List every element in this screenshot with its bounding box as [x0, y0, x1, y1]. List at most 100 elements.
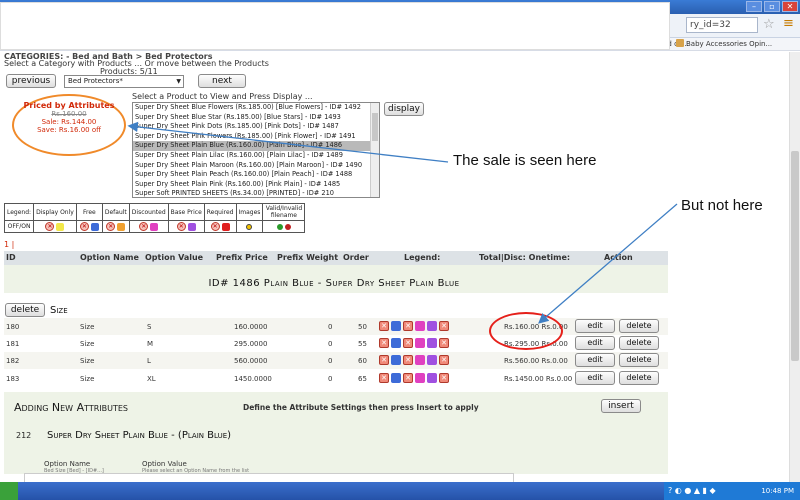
legend-display-only: ✕	[33, 220, 77, 233]
legend-chip-icon[interactable]	[415, 321, 425, 331]
chevron-down-icon: ▼	[176, 78, 181, 85]
add-product-title: Super Dry Sheet Plain Blue - (Plain Blue…	[47, 430, 232, 441]
legend-chip-icon[interactable]	[427, 373, 437, 383]
product-option[interactable]: Super Soft PRINTED SHEETS (Rs.34.00) [PR…	[133, 189, 371, 197]
legend-icons: ✕ ✕ ✕	[379, 373, 449, 383]
bookmark-item-right[interactable]: Baby Accessories Opin...	[676, 38, 772, 51]
legend-chip-icon[interactable]	[415, 373, 425, 383]
add-product-id: 212	[16, 431, 32, 440]
minimize-button[interactable]: –	[746, 1, 762, 12]
product-option[interactable]: Super Dry Sheet Plain Lilac (Rs.160.00) …	[133, 151, 371, 161]
annotation-not-here: But not here	[681, 197, 763, 214]
toggle-off-icon[interactable]: ✕	[379, 338, 389, 348]
toggle-off-icon[interactable]: ✕	[439, 321, 449, 331]
legend-free: ✕	[75, 220, 103, 233]
menu-icon[interactable]: ≡	[783, 16, 794, 31]
cell-value: S	[147, 323, 152, 331]
legend-chip-icon[interactable]	[391, 355, 401, 365]
insert-button[interactable]: insert	[601, 399, 641, 413]
product-option[interactable]: Super Dry Sheet Plain Blue (Rs.160.00) […	[133, 141, 371, 151]
product-option[interactable]: Super Dry Sheet Blue Star (Rs.185.00) [B…	[133, 113, 371, 123]
price-title: Priced by Attributes	[23, 101, 115, 110]
cell-name: Size	[80, 340, 95, 348]
product-option[interactable]: Super Dry Sheet Plain Pink (Rs.160.00) […	[133, 180, 371, 190]
delete-button[interactable]: delete	[619, 319, 659, 333]
previous-button[interactable]: previous	[6, 74, 56, 88]
close-button[interactable]: ✕	[782, 1, 798, 12]
cell-id: 183	[6, 375, 20, 383]
legend-header: Free	[75, 203, 103, 221]
price-sale: Sale: Rs.144.00	[41, 118, 97, 126]
product-option[interactable]: Super Dry Sheet Blue Flowers (Rs.185.00)…	[133, 103, 371, 113]
category-select[interactable]: Bed Protectors* ▼	[64, 75, 184, 88]
legend-chip-icon[interactable]	[415, 355, 425, 365]
legend-chip-icon[interactable]	[391, 321, 401, 331]
cell-order: 55	[358, 340, 367, 348]
edit-button[interactable]: edit	[575, 371, 615, 385]
edit-button[interactable]: edit	[575, 353, 615, 367]
legend-onoff: OFF/ON	[3, 220, 35, 233]
toggle-off-icon[interactable]: ✕	[403, 338, 413, 348]
page-scroll-thumb[interactable]	[791, 151, 799, 361]
address-bar[interactable]: ry_id=32	[686, 17, 758, 33]
bookmark-star-icon[interactable]: ☆	[763, 17, 775, 32]
price-box: Priced by Attributes Rs.160.00 Sale: Rs.…	[22, 101, 116, 134]
toggle-off-icon[interactable]: ✕	[379, 321, 389, 331]
listbox-scrollbar[interactable]	[370, 103, 379, 197]
legend-header: Valid/Invalid filename	[262, 203, 306, 221]
listbox-scroll-thumb[interactable]	[372, 113, 378, 141]
legend-header: Discounted	[128, 203, 169, 221]
display-button[interactable]: display	[384, 102, 424, 116]
edit-button[interactable]: edit	[575, 319, 615, 333]
legend-icons: ✕ ✕ ✕	[379, 355, 449, 365]
legend-default: ✕	[101, 220, 130, 233]
toggle-off-icon[interactable]: ✕	[379, 355, 389, 365]
annotation-sale-seen: The sale is seen here	[453, 152, 597, 169]
table-row: 181 Size M 295.0000 0 55 Rs.295.00 Rs.0.00 ✕ ✕ ✕ e…	[4, 335, 668, 352]
col-prefix-weight: Prefix Weight	[277, 253, 339, 262]
cell-order: 60	[358, 357, 367, 365]
option-value-label: Option Value	[142, 460, 187, 468]
product-option[interactable]: Super Dry Sheet Plain Peach (Rs.160.00) …	[133, 170, 371, 180]
delete-button[interactable]: delete	[619, 353, 659, 367]
toggle-off-icon[interactable]: ✕	[403, 321, 413, 331]
overlay-cover	[0, 2, 670, 50]
legend-chip-icon[interactable]	[427, 355, 437, 365]
product-listbox[interactable]: Super Dry Sheet Blue Flowers (Rs.185.00)…	[132, 102, 380, 198]
tray-icons: ? ◐ ● ▲ ▮ ◆	[668, 486, 716, 495]
toggle-off-icon[interactable]: ✕	[403, 373, 413, 383]
product-option[interactable]: Super Dry Sheet Pink Dots (Rs.185.00) [P…	[133, 122, 371, 132]
cell-price: 295.0000	[234, 340, 268, 348]
toggle-off-icon[interactable]: ✕	[439, 355, 449, 365]
col-action: Action	[604, 253, 633, 262]
toggle-off-icon[interactable]: ✕	[403, 355, 413, 365]
legend-chip-icon[interactable]	[415, 338, 425, 348]
start-button[interactable]	[0, 482, 18, 500]
cell-weight: 0	[328, 357, 333, 365]
product-option[interactable]: Super Dry Sheet Plain Maroon (Rs.160.00)…	[133, 161, 371, 171]
legend-chip-icon[interactable]	[427, 338, 437, 348]
product-option[interactable]: Super Dry Sheet Pink Flowers (Rs.185.00)…	[133, 132, 371, 142]
edit-button[interactable]: edit	[575, 336, 615, 350]
toggle-off-icon[interactable]: ✕	[439, 338, 449, 348]
delete-button[interactable]: delete	[619, 371, 659, 385]
legend-images	[235, 220, 264, 233]
delete-group-button[interactable]: delete	[5, 303, 45, 317]
product-title: ID# 1486 Plain Blue - Super Dry Sheet Pl…	[208, 278, 460, 289]
legend-chip-icon[interactable]	[391, 373, 401, 383]
col-order: Order	[343, 253, 369, 262]
cell-weight: 0	[328, 340, 333, 348]
delete-button[interactable]: delete	[619, 336, 659, 350]
maximize-button[interactable]: ▫	[764, 1, 780, 12]
legend-header: Default	[101, 203, 130, 221]
cell-id: 182	[6, 357, 20, 365]
next-button[interactable]: next	[198, 74, 246, 88]
toggle-off-icon[interactable]: ✕	[379, 373, 389, 383]
price-old: Rs.160.00	[51, 110, 87, 118]
legend-chip-icon[interactable]	[391, 338, 401, 348]
highlight-circle	[489, 312, 563, 350]
page-scrollbar[interactable]	[789, 52, 800, 482]
cell-price: 160.0000	[234, 323, 268, 331]
legend-chip-icon[interactable]	[427, 321, 437, 331]
toggle-off-icon[interactable]: ✕	[439, 373, 449, 383]
